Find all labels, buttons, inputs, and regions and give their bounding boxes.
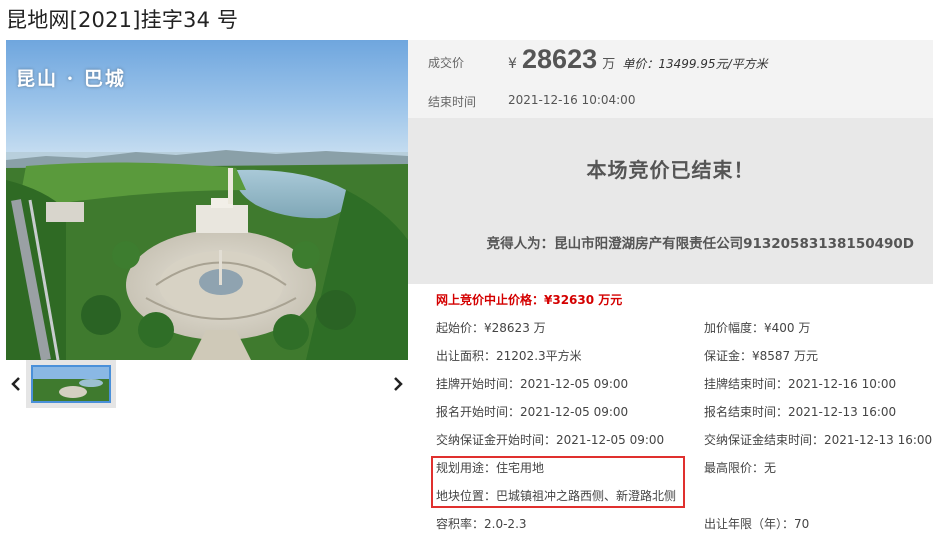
field-label: 交纳保证金开始时间： [436,433,557,447]
field-label: 最高限价： [704,461,765,475]
deposit-end-field: 交纳保证金结束时间：2021-12-13 16:00 [704,431,932,448]
chevron-left-icon [11,377,20,391]
highlight-annotation-box [431,456,685,508]
field-label: 报名开始时间： [436,405,521,419]
field-value: 2021-12-05 09:00 [556,433,665,447]
max-price-field: 最高限价：无 [704,459,776,476]
gallery-next-button[interactable] [388,372,408,396]
field-label: 出让面积： [436,349,497,363]
field-value: 2.0-2.3 [484,517,527,531]
stop-price: 网上竞价中止价格：¥32630 万元 [436,293,623,307]
field-value: 2021-12-05 09:00 [520,377,629,391]
photo-caption: 昆山 · 巴城 [16,68,126,90]
deal-price-label: 成交价 [428,56,465,70]
end-time-value: 2021-12-16 10:04:00 [508,93,636,107]
auction-ended-message: 本场竞价已结束！ [586,158,755,182]
deal-price-value: 28623 [522,44,598,74]
field-value: ¥28623 万 [484,321,546,335]
deal-price-unit: 万 [602,57,616,72]
currency-symbol: ¥ [508,56,517,72]
field-label: 起始价： [436,321,485,335]
field-value: 70 [794,517,810,531]
winning-bidder: 竞得人为：昆山市阳澄湖房产有限责任公司91320583138150490D [486,236,914,252]
field-value: ¥8587 万元 [752,349,819,363]
field-label: 交纳保证金结束时间： [704,433,825,447]
gallery-thumbnail[interactable] [26,360,116,408]
listing-end-field: 挂牌结束时间：2021-12-16 10:00 [704,375,896,392]
deposit-field: 保证金：¥8587 万元 [704,347,818,364]
signup-start-field: 报名开始时间：2021-12-05 09:00 [436,403,628,420]
thumbnail-image [31,365,111,403]
field-label: 加价幅度： [704,321,765,335]
gallery-prev-button[interactable] [6,372,26,396]
page-title: 昆地网[2021]挂字34 号 [6,8,239,32]
field-value: 无 [764,461,777,475]
deposit-start-field: 交纳保证金开始时间：2021-12-05 09:00 [436,431,664,448]
field-label: 保证金： [704,349,753,363]
lease-years-field: 出让年限（年）：70 [704,515,809,532]
signup-end-field: 报名结束时间：2021-12-13 16:00 [704,403,896,420]
field-value: ¥400 万 [764,321,811,335]
chevron-right-icon [394,377,403,391]
field-label: 挂牌开始时间： [436,377,521,391]
start-price-field: 起始价：¥28623 万 [436,319,546,336]
main-photo[interactable]: 昆山 · 巴城 [6,40,408,360]
plot-ratio-field: 容积率：2.0-2.3 [436,515,527,532]
increment-field: 加价幅度：¥400 万 [704,319,810,336]
field-value: 2021-12-05 09:00 [520,405,629,419]
field-value: 21202.3平方米 [496,349,582,363]
auction-status-panel: 本场竞价已结束！ 竞得人为：昆山市阳澄湖房产有限责任公司913205831381… [408,118,933,284]
field-label: 出让年限（年）： [704,517,795,531]
area-field: 出让面积：21202.3平方米 [436,347,582,364]
field-value: 2021-12-13 16:00 [788,405,897,419]
field-value: 2021-12-13 16:00 [824,433,933,447]
unit-price: 单价：13499.95元/平方米 [622,57,768,71]
end-time-label: 结束时间 [428,95,477,109]
deal-price: ¥ 28623 万 单价：13499.95元/平方米 [508,44,768,75]
field-label: 报名结束时间： [704,405,789,419]
field-value: 2021-12-16 10:00 [788,377,897,391]
field-label: 容积率： [436,517,485,531]
listing-start-field: 挂牌开始时间：2021-12-05 09:00 [436,375,628,392]
field-label: 挂牌结束时间： [704,377,789,391]
deal-summary: 成交价 ¥ 28623 万 单价：13499.95元/平方米 结束时间 2021… [408,40,933,118]
